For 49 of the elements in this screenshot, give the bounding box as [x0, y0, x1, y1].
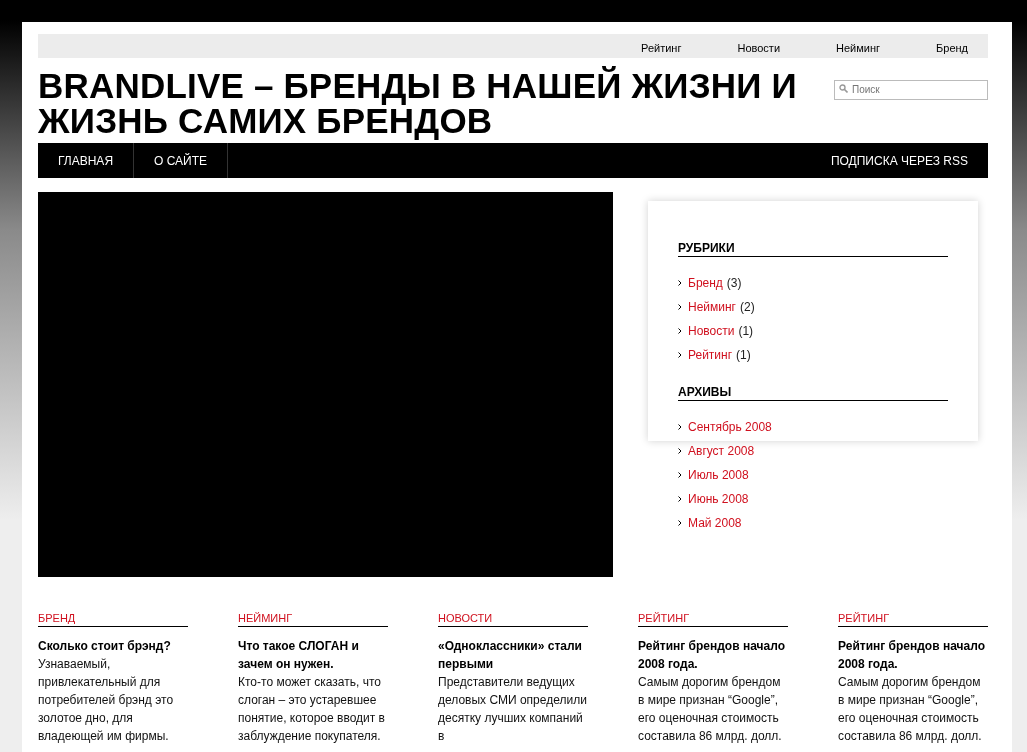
sidebar-link[interactable]: Новости — [688, 324, 735, 338]
chevron-icon — [678, 472, 682, 478]
post-excerpt: Узнаваемый, привлекательный для потребителей брэнд это золотое дно, для владеющей им фирмы. — [38, 656, 175, 745]
nav-item[interactable]: О САЙТЕ — [134, 143, 229, 178]
widget-title: АРХИВЫ — [678, 385, 948, 401]
chevron-icon — [678, 352, 682, 358]
post-title[interactable]: Рейтинг брендов начало 2008 года. — [638, 637, 788, 673]
post-excerpt: Кто-то может сказать, что слоган – это устаревшее понятие, которое вводит в заблуждение покупателя. — [238, 674, 386, 745]
sidebar-link[interactable]: Бренд — [688, 276, 723, 290]
post-title[interactable]: Что такое СЛОГАН и зачем он нужен. — [238, 637, 388, 673]
chevron-icon — [678, 520, 682, 526]
chevron-icon — [678, 280, 682, 286]
top-link[interactable]: Бренд — [936, 38, 968, 54]
post-excerpt: Представители ведущих деловых СМИ определили десятку лучших компаний в — [438, 674, 588, 745]
site-title: BRANDLIVE – БРЕНДЫ В НАШЕЙ ЖИЗНИ И ЖИЗНЬ САМИХ БРЕНДОВ — [38, 68, 798, 142]
top-link[interactable]: Рейтинг — [641, 38, 682, 54]
post-count: (1) — [738, 324, 754, 338]
sidebar-link[interactable]: Август 2008 — [688, 444, 755, 458]
post-count: (3) — [726, 276, 742, 290]
sidebar-link[interactable]: Нейминг — [688, 300, 736, 314]
sidebar-link[interactable]: Май 2008 — [688, 516, 742, 530]
chevron-icon — [678, 424, 682, 430]
video-player[interactable] — [38, 192, 613, 577]
sidebar-link[interactable]: Июнь 2008 — [688, 492, 749, 506]
rss-link[interactable]: ПОДПИСКА ЧЕРЕЗ RSS — [810, 143, 988, 178]
category-heading[interactable]: БРЕНД — [38, 612, 188, 627]
chevron-icon — [678, 496, 682, 502]
post-title[interactable]: Сколько стоит брэнд? — [38, 637, 188, 655]
widget-title: РУБРИКИ — [678, 241, 948, 257]
post-excerpt: Самым дорогим брендом в мире признан “Google”, его оценочная стоимость составила 86 млрд. долл. — [838, 674, 983, 745]
post-title[interactable]: Рейтинг брендов начало 2008 года. — [838, 637, 988, 673]
sidebar-link[interactable]: Рейтинг — [688, 348, 733, 362]
sidebar-link[interactable]: Июль 2008 — [688, 468, 749, 482]
chevron-icon — [678, 448, 682, 454]
category-heading[interactable]: РЕЙТИНГ — [838, 612, 988, 627]
post-count: (2) — [740, 300, 755, 314]
search-field[interactable]: Поиск — [834, 79, 988, 100]
category-heading[interactable]: НОВОСТИ — [438, 612, 588, 627]
post-count: (1) — [736, 348, 751, 362]
top-link[interactable]: Новости — [737, 38, 781, 54]
post-excerpt: Самым дорогим брендом в мире признан “Google”, его оценочная стоимость составила 86 млрд. долл. — [638, 674, 783, 745]
nav-item[interactable]: ГЛАВНАЯ — [38, 143, 135, 178]
category-heading[interactable]: НЕЙМИНГ — [238, 612, 388, 627]
sidebar-link[interactable]: Сентябрь 2008 — [688, 420, 772, 434]
top-link[interactable]: Нейминг — [836, 38, 881, 54]
chevron-icon — [678, 304, 682, 310]
category-heading[interactable]: РЕЙТИНГ — [638, 612, 788, 627]
chevron-icon — [678, 328, 682, 334]
post-title[interactable]: «Одноклассники» стали первыми — [438, 637, 588, 673]
